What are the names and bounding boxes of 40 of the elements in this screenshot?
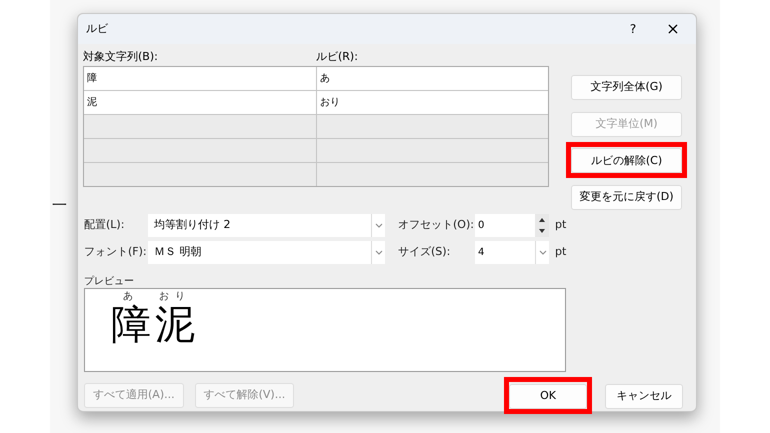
help-button[interactable]: ? [618, 20, 648, 38]
dialog-button[interactable]: OK [509, 384, 587, 409]
preview-label: プレビュー [84, 274, 135, 288]
ruby-text: おり [159, 291, 191, 303]
spinner-arrows-icon[interactable] [535, 214, 549, 237]
base-text-cell[interactable] [84, 163, 316, 186]
ruby-text: あ [123, 291, 139, 303]
column-header: ルビ(R): [316, 48, 358, 65]
unit-label: pt [555, 217, 566, 234]
document-text: 一 [52, 195, 67, 216]
dropdown[interactable]: ＭＳ 明朝 [148, 241, 385, 264]
side-button[interactable]: 変更を元に戻す(D) [571, 185, 682, 210]
window-title: ルビ [86, 20, 108, 37]
setting-label: サイズ(S): [398, 244, 452, 260]
spin-field[interactable]: 0 [475, 214, 549, 237]
setting-label: 配置(L): [84, 217, 126, 234]
preview-character: 障 [111, 303, 151, 347]
side-button[interactable]: 文字列全体(G) [571, 74, 682, 100]
column-header: 対象文字列(B): [83, 48, 159, 65]
dialog-button[interactable]: キャンセル [605, 384, 683, 409]
setting-label: フォント(F): [84, 244, 148, 260]
ruby-text-cell[interactable]: あ [317, 67, 548, 90]
preview-character: 泥 [155, 303, 195, 347]
side-button[interactable]: ルビの解除(C) [571, 148, 682, 174]
unit-label: pt [555, 244, 566, 260]
base-text-cell[interactable]: 泥 [84, 91, 316, 114]
dropdown[interactable]: 均等割り付け 2 [148, 214, 385, 237]
ruby-text-cell[interactable] [317, 115, 548, 138]
chevron-down-icon [374, 223, 382, 228]
chevron-down-icon [538, 250, 546, 255]
ruby-text-cell[interactable] [317, 139, 548, 162]
ruby-text-cell[interactable]: おり [317, 91, 548, 114]
base-text-cell[interactable]: 障 [84, 67, 316, 90]
chevron-down-icon [374, 250, 382, 255]
close-button[interactable]: × [658, 17, 688, 41]
base-text-cell[interactable] [84, 115, 316, 138]
dropdown[interactable]: 4 [475, 241, 549, 264]
ruby-text-cell[interactable] [317, 163, 548, 186]
setting-label: オフセット(O): [398, 217, 475, 234]
base-text-cell[interactable] [84, 139, 316, 162]
